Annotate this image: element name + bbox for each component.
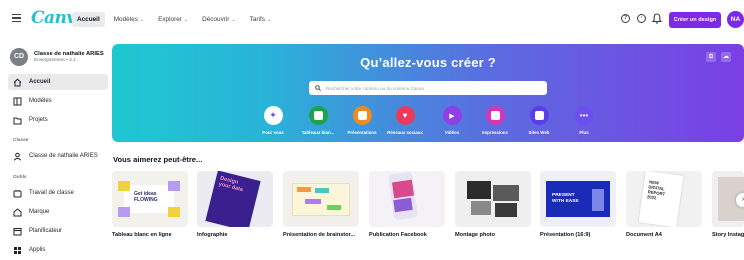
sidebar-item-label: Travail de classe	[29, 190, 74, 196]
sidebar-item-apps[interactable]: Applis	[8, 242, 108, 258]
sidebar-item-class[interactable]: Classe de nathalie ARIES	[8, 148, 108, 164]
category-label: Réseaux sociaux	[387, 130, 423, 135]
chevron-right-icon[interactable]: ›	[736, 193, 744, 207]
sidebar-item-label: Modèles	[29, 98, 52, 104]
template-label: Présentation (16:9)	[540, 232, 591, 238]
more-icon: •••	[574, 106, 594, 125]
home-icon	[13, 78, 22, 87]
website-icon	[529, 106, 549, 125]
search-placeholder: Rechercher votre contenu ou du contenu C…	[326, 85, 424, 91]
chevron-down-icon: ⌄	[139, 17, 145, 23]
sidebar-item-projects[interactable]: Projets	[8, 112, 108, 128]
thumb-text: Get ideas FLOWING	[134, 191, 158, 203]
team-switcher[interactable]: CD Classe de nathalie ARIES Enseignement…	[10, 48, 104, 66]
template-card-infographic[interactable]: Design your data	[197, 171, 273, 227]
search-icon	[315, 85, 321, 91]
template-label: Publication Facebook	[369, 232, 427, 238]
nav-templates[interactable]: Modèles ⌄	[109, 12, 149, 27]
apps-icon	[13, 246, 22, 255]
category-label: Sites Web	[528, 130, 550, 135]
help-icon[interactable]: ?	[621, 14, 630, 23]
chevron-down-icon: ⌄	[266, 17, 272, 23]
category-label: Tableaux blan...	[301, 130, 335, 135]
people-icon	[13, 152, 22, 161]
sidebar-item-templates[interactable]: Modèles	[8, 93, 108, 109]
template-label: Document A4	[626, 232, 662, 238]
whiteboard-icon	[308, 106, 328, 125]
sidebar-item-label: Marque	[29, 209, 50, 215]
template-card-whiteboard[interactable]: Get ideas FLOWING	[112, 171, 188, 227]
hero-search-input[interactable]: Rechercher votre contenu ou du contenu C…	[309, 81, 547, 95]
sidebar-item-label: Projets	[29, 117, 48, 123]
nav-home[interactable]: Accueil	[72, 12, 105, 27]
template-label: Infographie	[197, 232, 228, 238]
team-subtitle: Enseignement • 3.1	[34, 58, 76, 63]
template-card-presentation[interactable]: PRESENT WITH EASE	[540, 171, 616, 227]
bell-icon[interactable]	[652, 13, 662, 24]
brand-icon	[13, 207, 22, 217]
folder-icon	[13, 116, 22, 125]
category-whiteboards[interactable]: Tableaux blan...	[293, 106, 343, 135]
sidebar-item-label: Accueil	[29, 79, 51, 85]
print-icon	[485, 106, 505, 125]
suggestions-title: Vous aimerez peut-être...	[113, 155, 203, 164]
classwork-icon	[13, 189, 22, 198]
chevron-down-icon: ⌄	[183, 17, 189, 23]
section-class-label: Classe	[13, 138, 29, 143]
template-label: Tableau blanc en ligne	[112, 232, 172, 238]
chevron-down-icon: ⌄	[231, 17, 236, 23]
hero-banner: ⧉ ☁ Qu’allez-vous créer ? Rechercher vot…	[112, 44, 744, 142]
template-label: Montage photo	[455, 232, 496, 238]
category-websites[interactable]: Sites Web	[514, 106, 564, 135]
thumb-text: PRESENT WITH EASE	[552, 193, 579, 204]
nav-discover[interactable]: Découvrir ⌄	[197, 12, 241, 27]
category-prints[interactable]: Impressions	[470, 106, 520, 135]
sidebar-item-planner[interactable]: Planificateur	[8, 223, 108, 239]
team-name: Classe de nathalie ARIES	[34, 51, 104, 57]
sidebar-item-home[interactable]: Accueil	[8, 74, 108, 90]
user-avatar[interactable]: NA	[727, 11, 744, 28]
team-avatar: CD	[10, 48, 28, 66]
sidebar-item-label: Classe de nathalie ARIES	[29, 153, 98, 159]
thumb-text: NEW DIGITAL REPORT 2022	[646, 179, 666, 201]
category-more[interactable]: ••• Plus	[559, 106, 609, 135]
menu-icon[interactable]	[12, 14, 21, 22]
template-card-facebook-post[interactable]	[369, 171, 445, 227]
sidebar-item-classwork[interactable]: Travail de classe	[8, 185, 108, 201]
sidebar-item-label: Planificateur	[29, 228, 63, 234]
hero-title: Qu’allez-vous créer ?	[360, 55, 496, 70]
calendar-icon	[13, 227, 22, 236]
top-nav: Accueil Modèles ⌄ Explorer ⌄ Découvrir ⌄ Ta…	[72, 12, 276, 27]
category-social-media[interactable]: ♥ Réseaux sociaux	[380, 106, 430, 135]
category-label: Impressions	[482, 130, 508, 135]
category-label: Pour vous	[262, 130, 284, 135]
settings-icon[interactable]: ·	[637, 14, 646, 23]
heart-icon: ♥	[395, 106, 415, 125]
sidebar: CD Classe de nathalie ARIES Enseignement…	[0, 38, 110, 260]
sparkle-icon: ✦	[263, 106, 283, 125]
category-row: ✦ Pour vous Tableaux blan... Présentatio…	[112, 106, 744, 142]
templates-icon	[13, 97, 22, 106]
top-bar: Canva Accueil Modèles ⌄ Explorer ⌄ Découvr…	[0, 0, 744, 38]
template-label: Présentation de brainstor...	[283, 232, 356, 238]
category-label: Plus	[579, 130, 589, 135]
presentation-icon	[352, 106, 372, 125]
nav-pricing[interactable]: Tarifs ⌄	[245, 12, 276, 27]
sidebar-item-label: Applis	[29, 247, 46, 253]
section-tools-label: Outils	[13, 175, 27, 180]
template-card-a4-document[interactable]: NEW DIGITAL REPORT 2022	[626, 171, 702, 227]
category-for-you[interactable]: ✦ Pour vous	[248, 106, 298, 135]
template-label: Story Instag	[712, 232, 744, 238]
create-design-button[interactable]: Créer un design	[669, 12, 721, 28]
template-card-photo-collage[interactable]	[455, 171, 531, 227]
video-icon: ▶	[442, 106, 462, 125]
template-card-brainstorm[interactable]	[283, 171, 359, 227]
nav-explore[interactable]: Explorer ⌄	[153, 12, 193, 27]
sidebar-item-brand[interactable]: Marque	[8, 204, 108, 220]
